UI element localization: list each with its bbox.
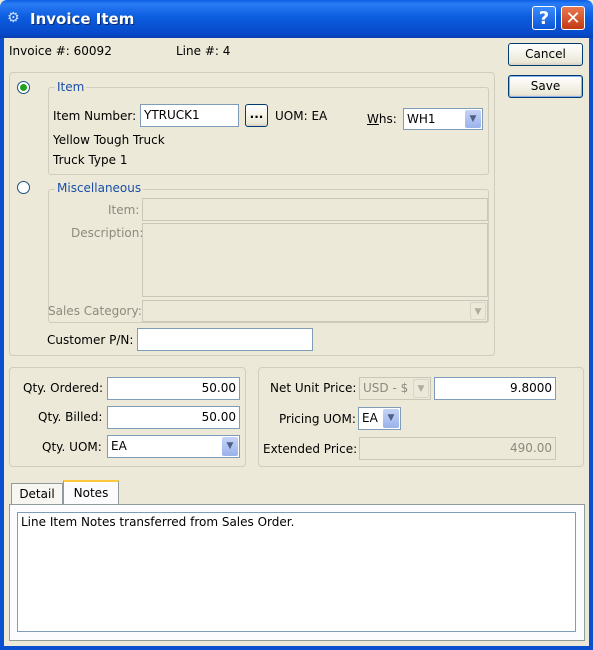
uom-label: UOM: EA [275, 109, 328, 123]
item-browse-button[interactable]: ... [245, 104, 268, 127]
currency-select[interactable]: USD - $ ▼ [359, 377, 431, 400]
whs-label: Whs: [367, 112, 397, 126]
qty-billed-label: Qty. Billed: [38, 410, 103, 424]
net-unit-price-input[interactable]: 9.8000 [434, 377, 556, 400]
chevron-down-icon: ▼ [465, 110, 481, 128]
chevron-down-icon: ▼ [383, 409, 399, 428]
tab-notes[interactable]: Notes [63, 480, 119, 506]
tab-detail[interactable]: Detail [11, 483, 63, 505]
customer-pn-input[interactable] [137, 328, 313, 351]
misc-description-textarea[interactable] [142, 223, 488, 297]
pricing-uom-label: Pricing UOM: [279, 412, 356, 426]
misc-legend: Miscellaneous [55, 181, 144, 195]
misc-radio[interactable] [17, 181, 30, 194]
qty-uom-select[interactable]: EA ▼ [107, 435, 240, 458]
pricing-uom-select[interactable]: EA ▼ [358, 407, 401, 430]
chevron-down-icon: ▼ [470, 302, 486, 320]
chevron-down-icon: ▼ [413, 379, 429, 398]
extended-price-label: Extended Price: [263, 442, 358, 456]
chevron-down-icon: ▼ [222, 437, 238, 456]
net-unit-price-label: Net Unit Price: [270, 381, 357, 395]
help-button[interactable]: ? [532, 6, 556, 30]
misc-item-label: Item: [108, 203, 140, 217]
item-number-label: Item Number: [53, 109, 137, 123]
save-button[interactable]: Save [508, 75, 583, 98]
close-button[interactable]: ✕ [561, 6, 585, 30]
item-legend: Item [55, 80, 87, 94]
item-number-input[interactable]: YTRUCK1 [140, 104, 239, 127]
close-icon: ✕ [565, 8, 581, 29]
app-icon: ⚙ [7, 10, 20, 26]
qty-ordered-label: Qty. Ordered: [23, 381, 104, 395]
item-radio[interactable] [17, 81, 30, 94]
misc-description-label: Description: [71, 226, 144, 240]
cancel-button[interactable]: Cancel [508, 43, 583, 66]
qty-ordered-input[interactable]: 50.00 [107, 377, 240, 400]
sales-category-select[interactable]: ▼ [142, 300, 488, 322]
invoice-number-label: Invoice #: 60092 [9, 44, 112, 58]
radio-selected-dot [20, 84, 27, 91]
sales-category-label: Sales Category: [48, 304, 142, 318]
window-frame-bottom [0, 646, 593, 650]
qty-billed-input[interactable]: 50.00 [107, 406, 240, 429]
notes-textarea[interactable]: Line Item Notes transferred from Sales O… [17, 512, 576, 632]
line-number-value: 4 [222, 44, 231, 58]
extended-price-input[interactable]: 490.00 [359, 437, 556, 460]
whs-select[interactable]: WH1 ▼ [403, 108, 483, 130]
window-frame-left [0, 38, 4, 650]
window-frame-right [589, 38, 593, 650]
misc-item-input[interactable] [142, 198, 488, 221]
item-description-1: Yellow Tough Truck [53, 133, 165, 147]
line-number-label: Line #: 4 [176, 44, 231, 58]
invoice-number-value: 60092 [73, 44, 112, 58]
window-title: Invoice Item [30, 10, 135, 28]
customer-pn-label: Customer P/N: [47, 333, 134, 347]
qty-uom-label: Qty. UOM: [42, 440, 102, 454]
item-description-2: Truck Type 1 [53, 153, 128, 167]
